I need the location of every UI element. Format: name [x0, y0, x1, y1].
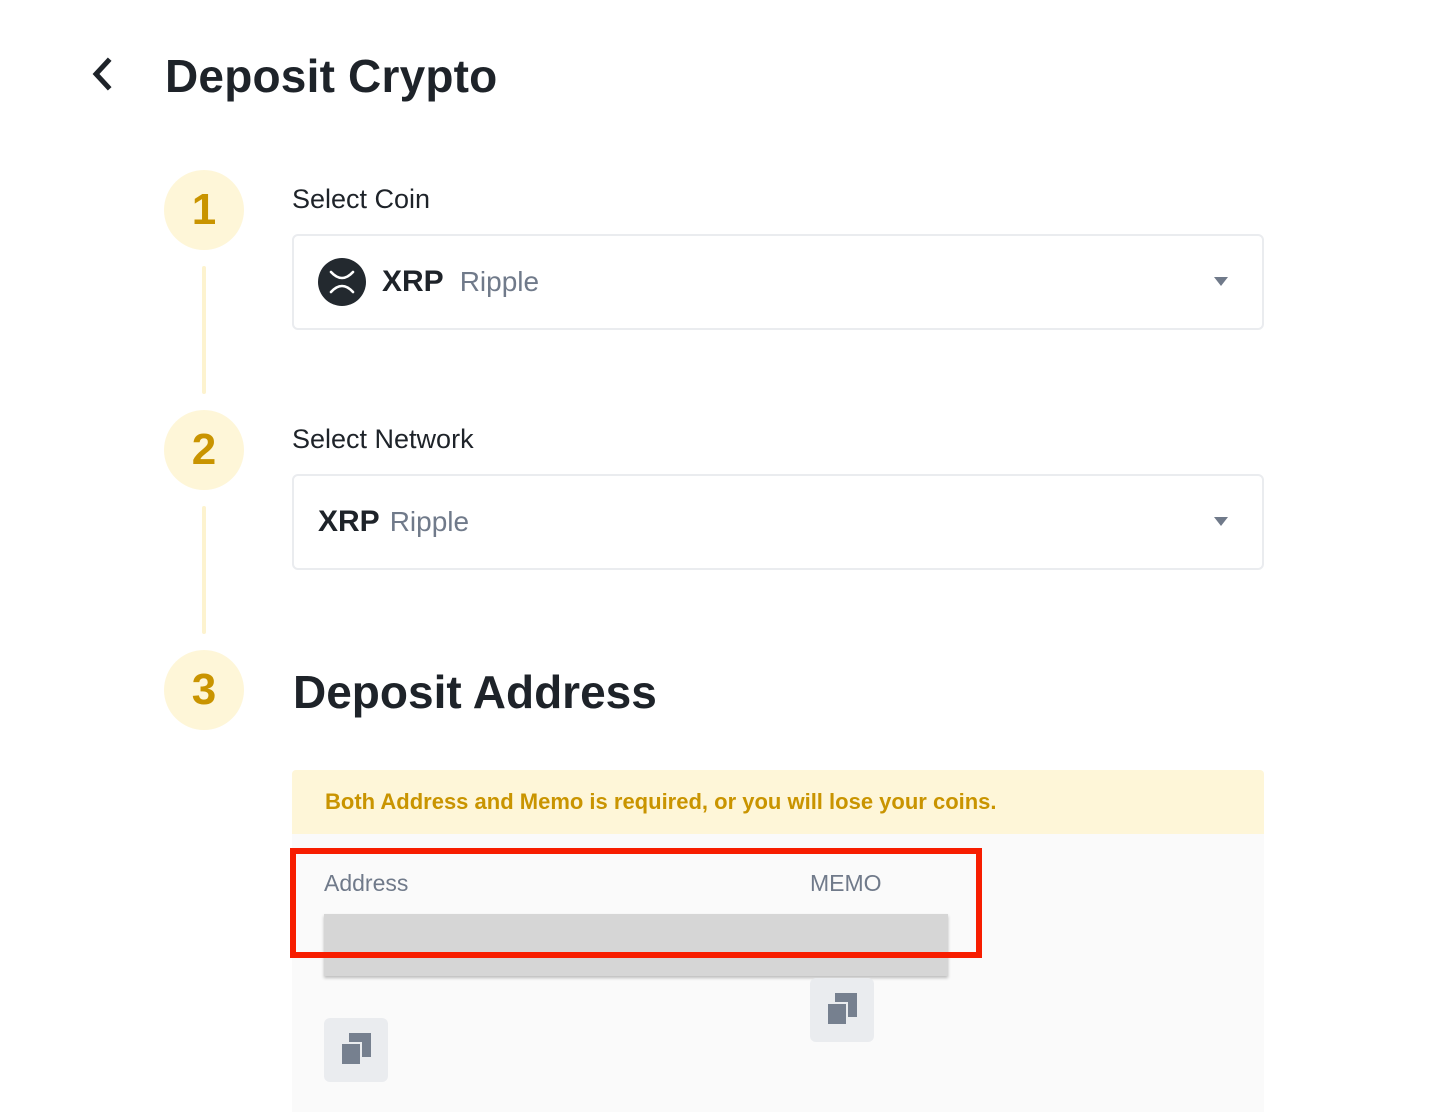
- warning-text: Both Address and Memo is required, or yo…: [325, 789, 997, 814]
- copy-address-button[interactable]: [324, 1018, 388, 1082]
- caret-down-icon: [1214, 277, 1228, 286]
- xrp-logo-icon: [318, 258, 366, 306]
- copy-memo-button[interactable]: [810, 978, 874, 1042]
- network-symbol: XRP: [318, 505, 380, 538]
- network-select[interactable]: XRP Ripple: [292, 474, 1264, 570]
- back-button[interactable]: [86, 56, 118, 92]
- caret-down-icon: [1214, 517, 1228, 526]
- select-network-label: Select Network: [292, 424, 474, 454]
- deposit-crypto-page: Deposit Crypto 1 Select Coin XRP Ripple …: [0, 0, 1436, 1112]
- step-3-indicator: 3: [164, 650, 244, 730]
- page-title: Deposit Crypto: [165, 50, 498, 102]
- select-coin-label: Select Coin: [292, 184, 431, 214]
- coin-name: Ripple: [459, 266, 540, 297]
- copy-icon: [826, 993, 857, 1026]
- coin-select[interactable]: XRP Ripple: [292, 234, 1264, 330]
- network-name: Ripple: [389, 506, 470, 537]
- step-2-indicator: 2: [164, 410, 244, 490]
- deposit-address-title: Deposit Address: [293, 666, 657, 718]
- step-connector: [202, 506, 206, 634]
- copy-icon: [340, 1033, 371, 1066]
- step-1-indicator: 1: [164, 170, 244, 250]
- memo-warning-banner: Both Address and Memo is required, or yo…: [292, 770, 1264, 834]
- chevron-left-icon: [92, 57, 112, 91]
- highlight-annotation: [290, 848, 982, 958]
- step-connector: [202, 266, 206, 394]
- coin-symbol: XRP: [382, 265, 444, 298]
